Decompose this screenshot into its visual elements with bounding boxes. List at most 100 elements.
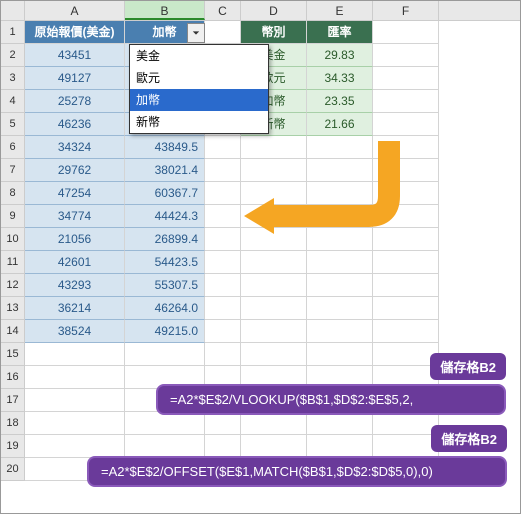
cell-A11[interactable]: 42601 <box>25 251 125 274</box>
cell-F14[interactable] <box>373 320 439 343</box>
formula-text-1: =A2*$E$2/VLOOKUP($B$1,$D$2:$E$5,2, <box>156 384 506 415</box>
row-header[interactable]: 17 <box>1 389 25 412</box>
cell-E11[interactable] <box>307 251 373 274</box>
row-header[interactable]: 6 <box>1 136 25 159</box>
row-header[interactable]: 19 <box>1 435 25 458</box>
cell-A7[interactable]: 29762 <box>25 159 125 182</box>
cell-D12[interactable] <box>241 274 307 297</box>
row-header[interactable]: 7 <box>1 159 25 182</box>
cell-E13[interactable] <box>307 297 373 320</box>
cell-A2[interactable]: 43451 <box>25 44 125 67</box>
col-header-E[interactable]: E <box>307 1 373 20</box>
dropdown-option[interactable]: 歐元 <box>130 67 268 89</box>
cell-A8[interactable]: 47254 <box>25 182 125 205</box>
dropdown-option[interactable]: 加幣 <box>130 89 268 111</box>
column-headers: A B C D E F <box>1 1 520 21</box>
dropdown-option[interactable]: 美金 <box>130 45 268 67</box>
cell-C12[interactable] <box>205 274 241 297</box>
cell-D1[interactable]: 幣別 <box>241 21 307 44</box>
cell-C1[interactable] <box>205 21 241 44</box>
col-header-F[interactable]: F <box>373 1 439 20</box>
cell-C7[interactable] <box>205 159 241 182</box>
cell-C13[interactable] <box>205 297 241 320</box>
row-header[interactable]: 1 <box>1 21 25 44</box>
cell-E2[interactable]: 29.83 <box>307 44 373 67</box>
cell-A17[interactable] <box>25 389 125 412</box>
cell-A15[interactable] <box>25 343 125 366</box>
cell-E4[interactable]: 23.35 <box>307 90 373 113</box>
formula-callout-2: 儲存格B2 =A2*$E$2/OFFSET($E$1,MATCH($B$1,$D… <box>87 425 507 487</box>
row-header[interactable]: 5 <box>1 113 25 136</box>
cell-D14[interactable] <box>241 320 307 343</box>
cell-B9[interactable]: 44424.3 <box>125 205 205 228</box>
cell-E14[interactable] <box>307 320 373 343</box>
formula-text-2: =A2*$E$2/OFFSET($E$1,MATCH($B$1,$D$2:$D$… <box>87 456 507 487</box>
row-header[interactable]: 13 <box>1 297 25 320</box>
cell-E5[interactable]: 21.66 <box>307 113 373 136</box>
cell-B6[interactable]: 43849.5 <box>125 136 205 159</box>
cell-C6[interactable] <box>205 136 241 159</box>
row-1: 1原始報價(美金)加幣幣別匯率 <box>1 21 520 44</box>
cell-D13[interactable] <box>241 297 307 320</box>
cell-C9[interactable] <box>205 205 241 228</box>
cell-F13[interactable] <box>373 297 439 320</box>
cell-C8[interactable] <box>205 182 241 205</box>
row-header[interactable]: 3 <box>1 67 25 90</box>
row-header[interactable]: 10 <box>1 228 25 251</box>
cell-B11[interactable]: 54423.5 <box>125 251 205 274</box>
row-header[interactable]: 4 <box>1 90 25 113</box>
row-header[interactable]: 20 <box>1 458 25 481</box>
cell-B12[interactable]: 55307.5 <box>125 274 205 297</box>
row-header[interactable]: 16 <box>1 366 25 389</box>
cell-F11[interactable] <box>373 251 439 274</box>
cell-A12[interactable]: 43293 <box>25 274 125 297</box>
cell-B7[interactable]: 38021.4 <box>125 159 205 182</box>
cell-E12[interactable] <box>307 274 373 297</box>
cell-B14[interactable]: 49215.0 <box>125 320 205 343</box>
col-header-C[interactable]: C <box>205 1 241 20</box>
cell-F5[interactable] <box>373 113 439 136</box>
cell-C10[interactable] <box>205 228 241 251</box>
callout-arrow <box>239 136 409 246</box>
col-header-D[interactable]: D <box>241 1 307 20</box>
cell-C11[interactable] <box>205 251 241 274</box>
cell-A14[interactable]: 38524 <box>25 320 125 343</box>
cell-F1[interactable] <box>373 21 439 44</box>
cell-B10[interactable]: 26899.4 <box>125 228 205 251</box>
row-header[interactable]: 11 <box>1 251 25 274</box>
row-header[interactable]: 18 <box>1 412 25 435</box>
row-header[interactable]: 2 <box>1 44 25 67</box>
cell-A13[interactable]: 36214 <box>25 297 125 320</box>
row-header[interactable]: 8 <box>1 182 25 205</box>
row-12: 124329355307.5 <box>1 274 520 297</box>
cell-A16[interactable] <box>25 366 125 389</box>
cell-F12[interactable] <box>373 274 439 297</box>
cell-A9[interactable]: 34774 <box>25 205 125 228</box>
dropdown-option[interactable]: 新幣 <box>130 111 268 133</box>
dropdown-toggle-button[interactable] <box>187 23 205 43</box>
cell-F2[interactable] <box>373 44 439 67</box>
cell-B8[interactable]: 60367.7 <box>125 182 205 205</box>
select-all-corner[interactable] <box>1 1 25 20</box>
cell-A3[interactable]: 49127 <box>25 67 125 90</box>
cell-D11[interactable] <box>241 251 307 274</box>
col-header-A[interactable]: A <box>25 1 125 20</box>
cell-A6[interactable]: 34324 <box>25 136 125 159</box>
cell-E3[interactable]: 34.33 <box>307 67 373 90</box>
cell-F4[interactable] <box>373 90 439 113</box>
row-header[interactable]: 12 <box>1 274 25 297</box>
cell-F3[interactable] <box>373 67 439 90</box>
row-header[interactable]: 14 <box>1 320 25 343</box>
row-header[interactable]: 9 <box>1 205 25 228</box>
formula-label-2: 儲存格B2 <box>431 425 507 452</box>
cell-A1[interactable]: 原始報價(美金) <box>25 21 125 44</box>
cell-A10[interactable]: 21056 <box>25 228 125 251</box>
col-header-B[interactable]: B <box>125 1 205 20</box>
cell-E1[interactable]: 匯率 <box>307 21 373 44</box>
cell-B13[interactable]: 46264.0 <box>125 297 205 320</box>
cell-A4[interactable]: 25278 <box>25 90 125 113</box>
cell-C14[interactable] <box>205 320 241 343</box>
cell-A5[interactable]: 46236 <box>25 113 125 136</box>
currency-dropdown[interactable]: 美金歐元加幣新幣 <box>129 44 269 134</box>
row-header[interactable]: 15 <box>1 343 25 366</box>
